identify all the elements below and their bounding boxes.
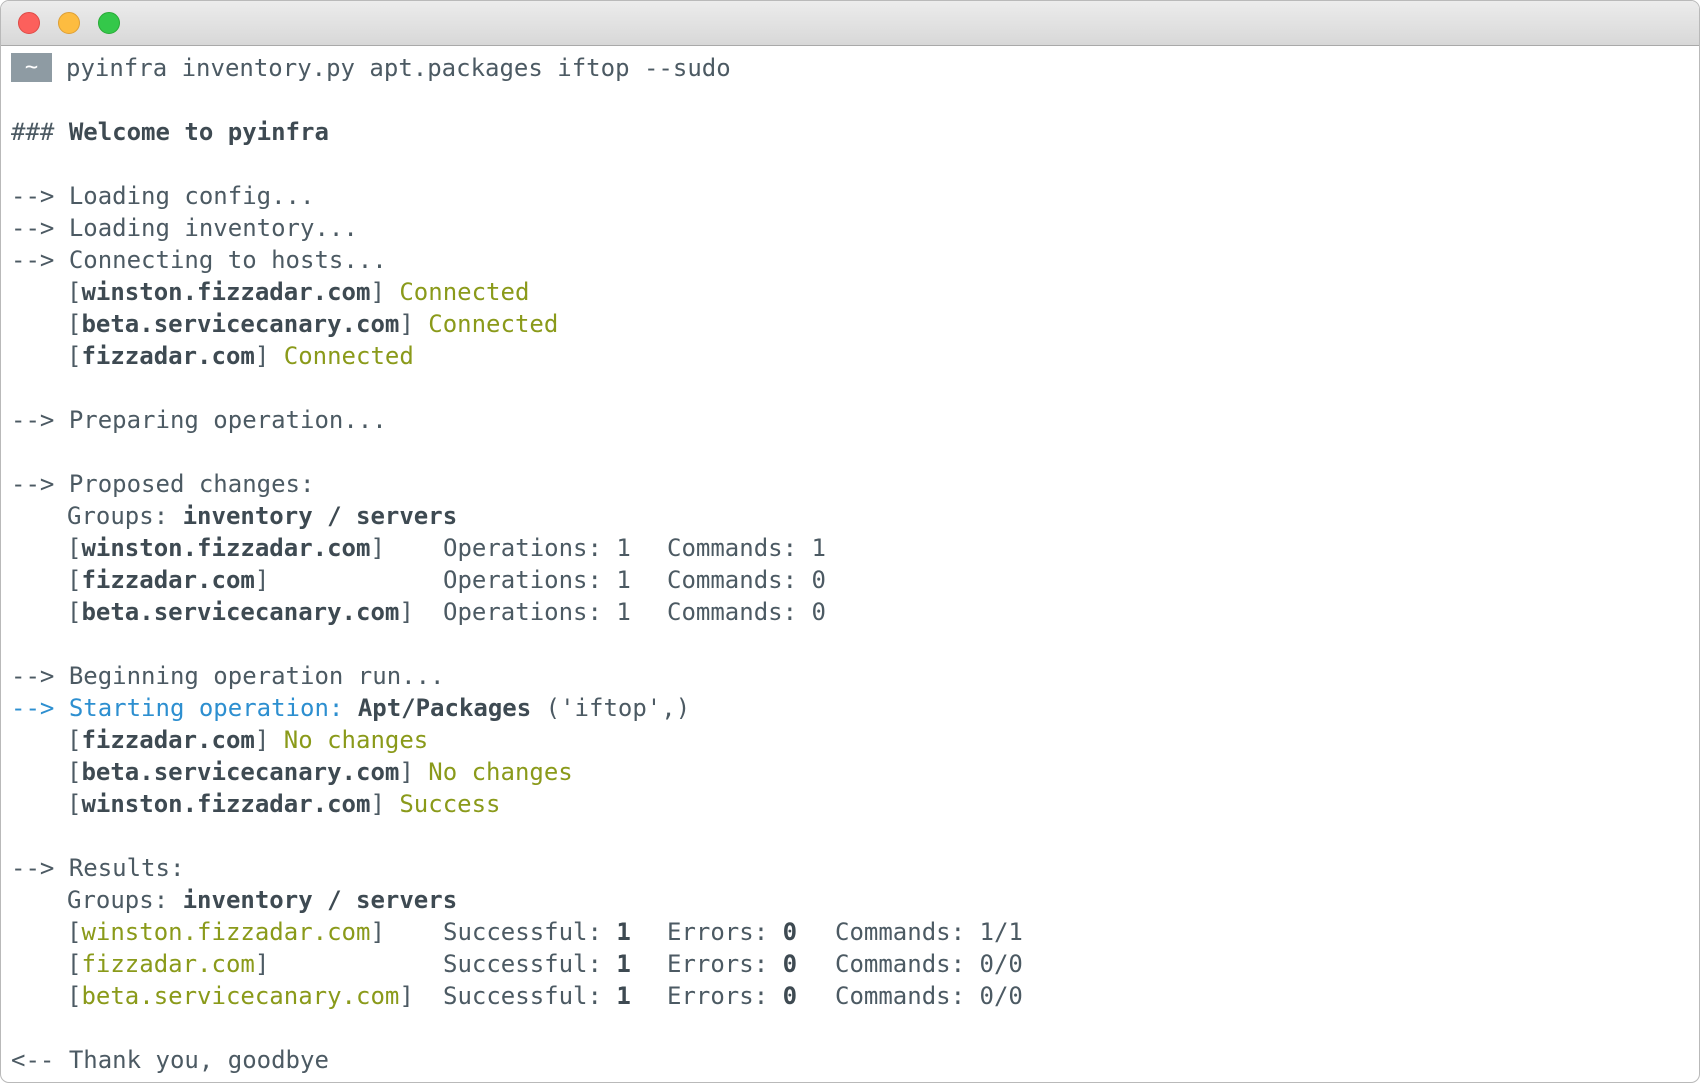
log-line: --> Connecting to hosts...	[11, 246, 387, 274]
log-line: --> Loading config...	[11, 182, 315, 210]
terminal-window: ~ pyinfra inventory.py apt.packages iftop…	[0, 0, 1700, 1083]
host-connect-line: [winston.fizzadar.com] Connected	[67, 278, 530, 306]
operation-result-line: [beta.servicecanary.com] No changes	[67, 758, 573, 786]
proposed-row: [winston.fizzadar.com] Operations: 1 Comma…	[67, 534, 826, 562]
command-text: pyinfra inventory.py apt.packages iftop …	[66, 54, 731, 82]
maximize-window-button[interactable]	[98, 12, 120, 34]
goodbye-line: <-- Thank you, goodbye	[11, 1046, 329, 1074]
groups-line: Groups: inventory / servers	[67, 886, 458, 914]
connect-status: Connected	[428, 310, 559, 338]
operation-args: ('iftop',)	[545, 694, 691, 722]
results-row: [fizzadar.com] Successful: 1 Errors: 0 Comm…	[67, 950, 1023, 978]
host-name: beta.servicecanary.com	[81, 310, 400, 338]
operation-name: Apt/Packages	[357, 694, 532, 722]
close-window-button[interactable]	[18, 12, 40, 34]
welcome-line: ### Welcome to pyinfra	[11, 118, 329, 146]
log-line: --> Loading inventory...	[11, 214, 358, 242]
groups-line: Groups: inventory / servers	[67, 502, 458, 530]
results-row: [winston.fizzadar.com] Successful: 1 Error…	[67, 918, 1023, 946]
prompt-line: ~ pyinfra inventory.py apt.packages iftop…	[11, 52, 1699, 84]
minimize-window-button[interactable]	[58, 12, 80, 34]
operation-result-line: [winston.fizzadar.com] Success	[67, 790, 501, 818]
terminal-output[interactable]: ~ pyinfra inventory.py apt.packages iftop…	[11, 52, 1699, 1082]
log-line: --> Preparing operation...	[11, 406, 387, 434]
home-directory-badge: ~	[11, 53, 52, 82]
operation-start-line: --> Starting operation: Apt/Packages ('i…	[11, 694, 691, 722]
host-name: fizzadar.com	[81, 342, 255, 370]
log-line: --> Proposed changes:	[11, 470, 315, 498]
proposed-row: [fizzadar.com] Operations: 1 Commands: 0	[67, 566, 826, 594]
results-row: [beta.servicecanary.com] Successful: 1 Err…	[67, 982, 1023, 1010]
host-name: winston.fizzadar.com	[81, 278, 371, 306]
welcome-title: Welcome to pyinfra	[68, 118, 329, 146]
operation-result-line: [fizzadar.com] No changes	[67, 726, 429, 754]
log-line: --> Beginning operation run...	[11, 662, 445, 690]
proposed-row: [beta.servicecanary.com] Operations: 1 Com…	[67, 598, 826, 626]
title-bar	[1, 1, 1699, 46]
host-connect-line: [beta.servicecanary.com] Connected	[67, 310, 559, 338]
log-line: --> Results:	[11, 854, 185, 882]
connect-status: Connected	[399, 278, 530, 306]
host-connect-line: [fizzadar.com] Connected	[67, 342, 414, 370]
connect-status: Connected	[283, 342, 414, 370]
